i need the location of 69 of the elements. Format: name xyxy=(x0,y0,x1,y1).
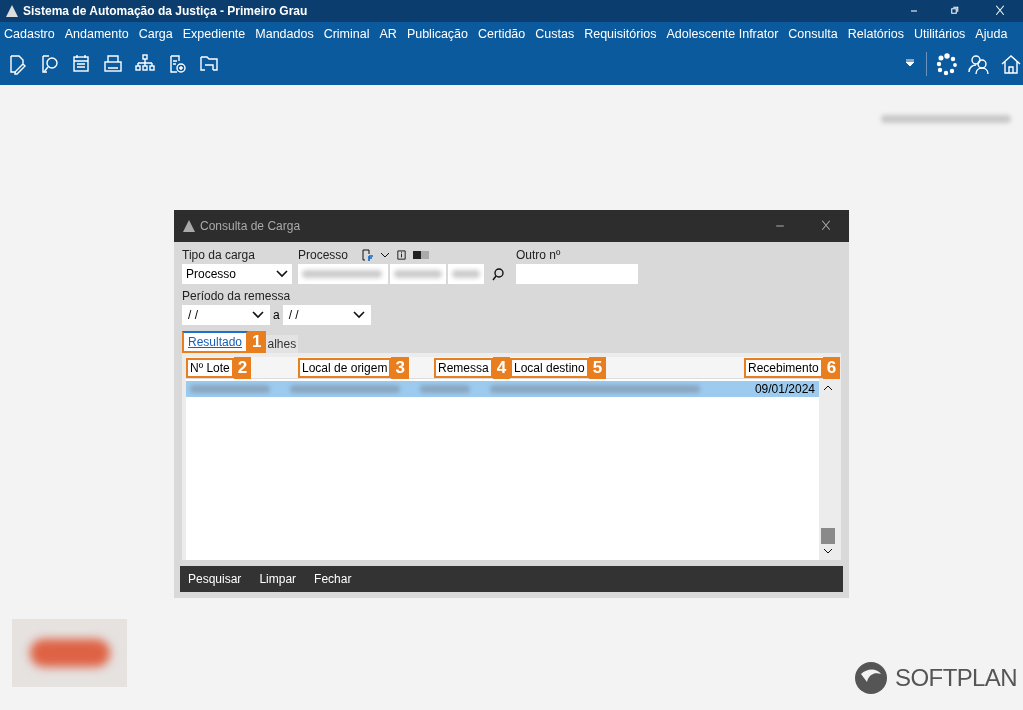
menu-item[interactable]: Andamento xyxy=(64,24,129,44)
redacted-text xyxy=(420,385,470,393)
menu-item[interactable]: Requisitórios xyxy=(584,24,657,44)
chevron-down-icon xyxy=(352,311,365,319)
menu-item[interactable]: Expediente xyxy=(182,24,246,44)
search-icon[interactable] xyxy=(491,267,505,281)
redacted-text xyxy=(452,270,480,278)
table-row[interactable]: 09/01/2024 xyxy=(186,381,819,397)
menu-item[interactable]: Custas xyxy=(535,24,575,44)
column-header: Local destino xyxy=(510,357,589,378)
window-title: Sistema de Automação da Justiça - Primeiro Grau xyxy=(23,3,308,20)
chevron-down-icon[interactable] xyxy=(380,252,391,258)
field-label: Outro nº xyxy=(516,247,562,264)
tab[interactable]: alhes xyxy=(265,335,299,353)
field-label: Período da remessa xyxy=(182,288,292,305)
process-field[interactable] xyxy=(298,264,388,284)
annotation-number: 2 xyxy=(233,356,252,379)
menu-item[interactable]: Criminal xyxy=(323,24,370,44)
menu-item[interactable]: AR xyxy=(379,24,397,44)
document-icon[interactable] xyxy=(360,248,375,262)
other-number-field[interactable] xyxy=(516,264,638,284)
process-field[interactable] xyxy=(390,264,446,284)
app-logo-icon xyxy=(182,219,196,233)
menu-item[interactable]: Utilitários xyxy=(913,24,966,44)
chevron-down-icon xyxy=(252,311,264,319)
tab[interactable]: Resultado xyxy=(182,331,249,353)
brand-name: SOFTPLAN xyxy=(895,663,1017,693)
date-dropdown[interactable]: / / xyxy=(282,305,371,325)
loading-icon[interactable] xyxy=(935,52,959,76)
menu-item[interactable]: Carga xyxy=(138,24,173,44)
toolbar-button[interactable]: Limpar xyxy=(259,570,297,588)
column-header: Local de origem xyxy=(298,357,392,378)
column-header: Recebimento xyxy=(744,357,823,378)
dialog-title: Consulta de Carga xyxy=(200,218,301,235)
date-dropdown[interactable]: / / xyxy=(182,305,270,325)
menu-item[interactable]: Cadastro xyxy=(4,24,55,44)
column-header: Remessa xyxy=(434,357,493,378)
menu-item[interactable]: Consulta xyxy=(788,24,838,44)
scrollbar[interactable] xyxy=(819,379,837,560)
column-header: Nº Lote xyxy=(186,357,234,378)
brand-logo-icon xyxy=(853,660,890,696)
color-toggle-icon[interactable] xyxy=(413,251,430,259)
menu-item[interactable]: Publicação xyxy=(406,24,469,44)
menu-item[interactable]: Relatórios xyxy=(847,24,904,44)
toolbar-button[interactable]: Pesquisar xyxy=(188,570,242,588)
field-label: Processo xyxy=(298,247,349,264)
chevron-down-icon xyxy=(276,270,288,278)
process-field[interactable] xyxy=(448,264,484,284)
menu-item[interactable]: Ajuda xyxy=(975,24,1008,44)
annotation-number: 5 xyxy=(588,356,607,379)
annotation-number: 6 xyxy=(822,356,841,379)
annotation-number: 1 xyxy=(248,331,266,353)
menu-item[interactable]: Adolescente Infrator xyxy=(666,24,779,44)
table-cell-text: 09/01/2024 xyxy=(754,381,815,398)
annotation-number: 4 xyxy=(492,356,511,379)
range-separator: a xyxy=(273,307,280,324)
menu-item[interactable]: Mandados xyxy=(255,24,314,44)
scroll-thumb[interactable] xyxy=(821,528,835,544)
type-dropdown[interactable]: Processo xyxy=(182,264,292,284)
app-logo-icon xyxy=(5,4,19,18)
annotation-number: 3 xyxy=(391,356,409,379)
menu-item[interactable]: Certidão xyxy=(478,24,526,44)
redacted-text xyxy=(394,270,442,278)
chevron-up-icon xyxy=(823,385,833,391)
users-icon[interactable] xyxy=(967,52,991,76)
info-icon[interactable] xyxy=(396,249,408,261)
chevron-down-icon xyxy=(823,548,833,554)
field-label: Tipo da carga xyxy=(182,247,256,264)
toolbar-button[interactable]: Fechar xyxy=(314,570,352,588)
